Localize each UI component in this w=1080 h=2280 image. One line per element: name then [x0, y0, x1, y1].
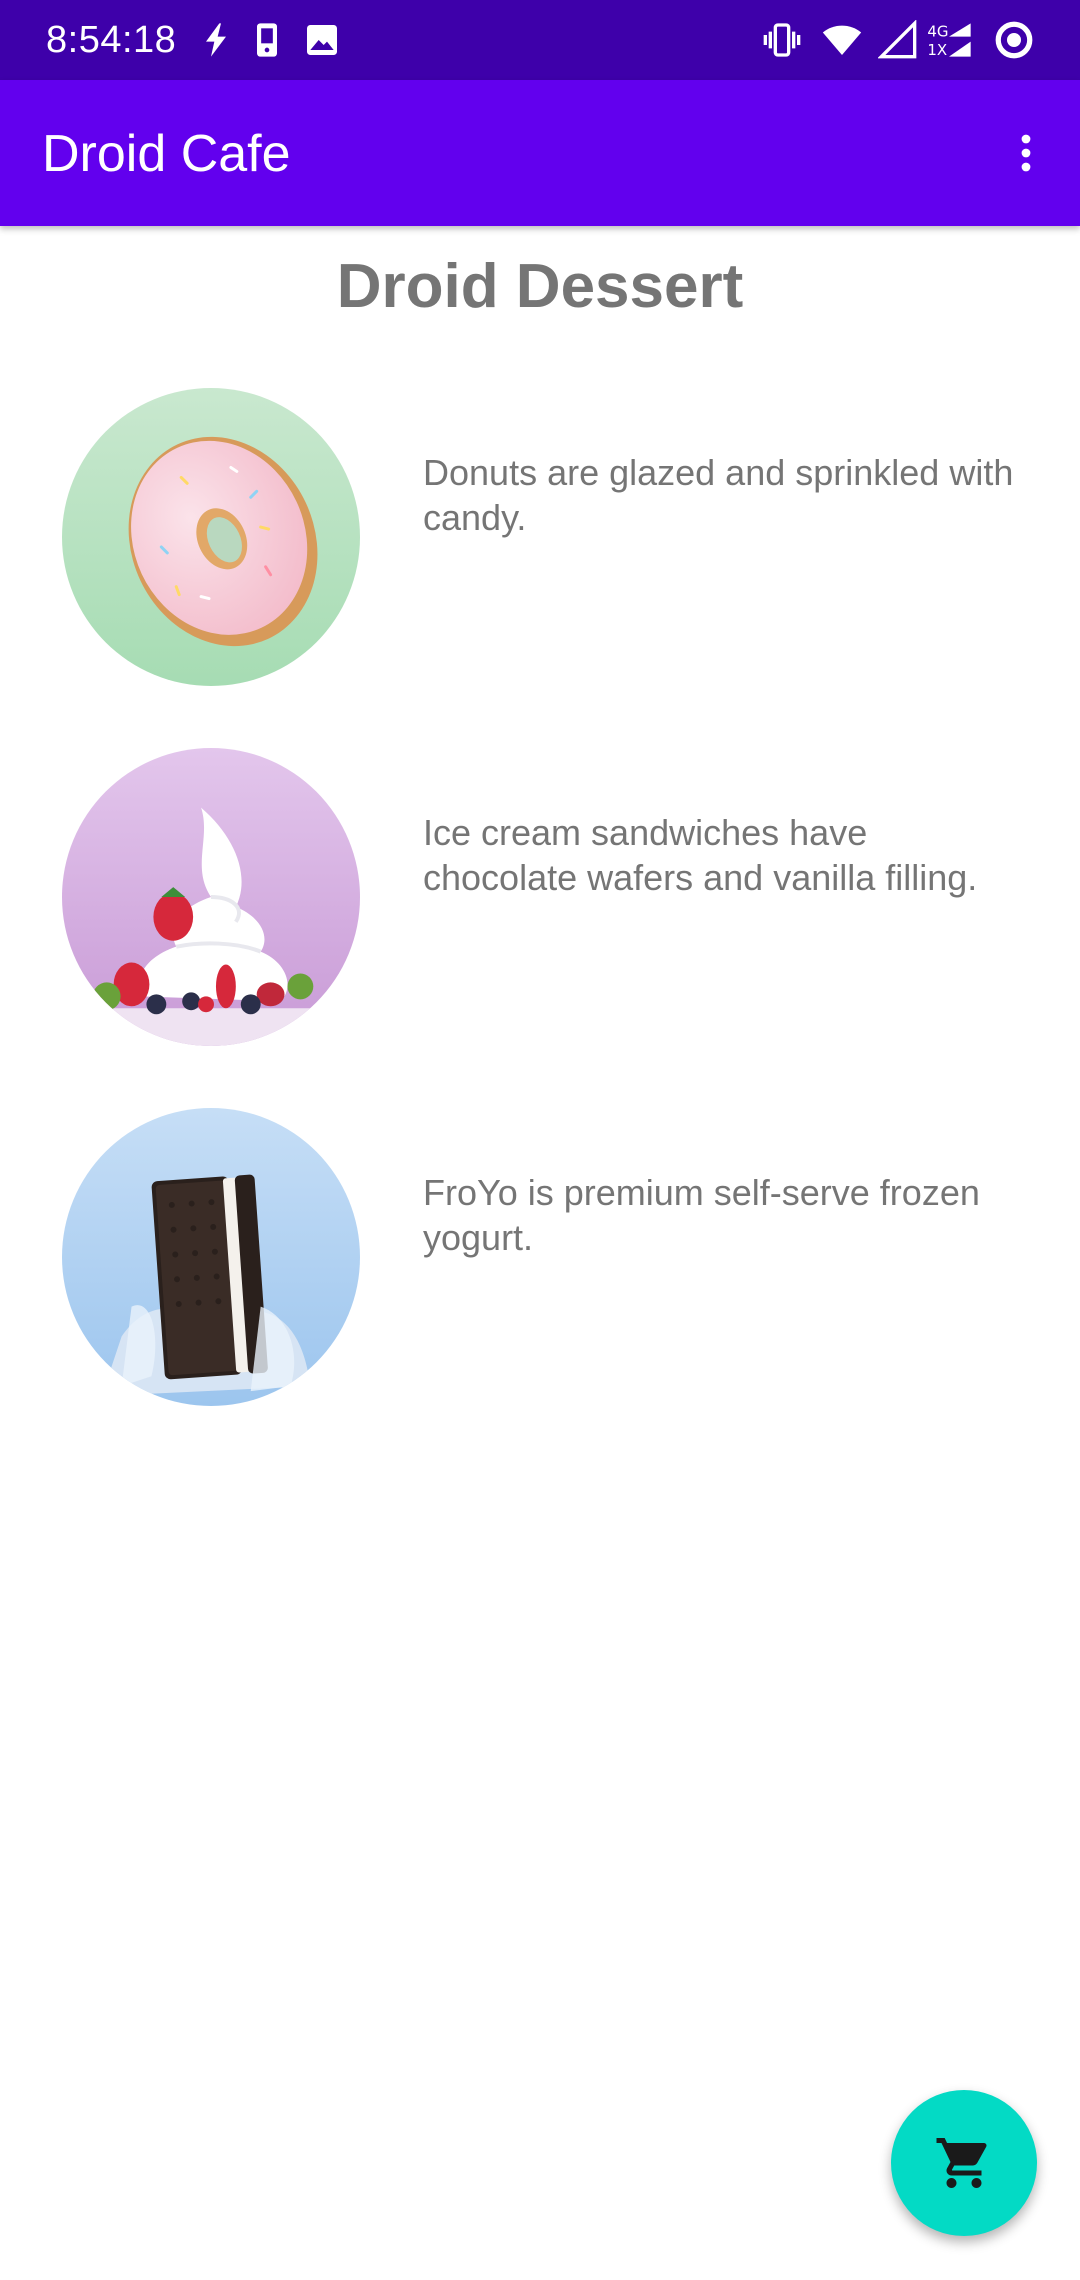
signal-icon — [878, 20, 918, 60]
dessert-item-donut: Donuts are glazed and sprinkled with can… — [0, 388, 1080, 688]
dessert-description: FroYo is premium self-serve frozen yogur… — [423, 1172, 980, 1258]
dessert-item-froyo: FroYo is premium self-serve frozen yogur… — [0, 1108, 1080, 1408]
ice-cream-sandwich-image[interactable] — [62, 748, 360, 1046]
dessert-description: Ice cream sandwiches have chocolate wafe… — [423, 812, 978, 898]
dessert-item-ice-cream-sandwich: Ice cream sandwiches have chocolate wafe… — [0, 748, 1080, 1048]
vibrate-icon — [762, 20, 802, 60]
more-options-button[interactable] — [986, 113, 1066, 193]
page-heading: Droid Dessert — [336, 252, 744, 321]
dessert-description: Donuts are glazed and sprinkled with can… — [423, 452, 1014, 538]
network-label-bottom: 1X — [927, 41, 947, 59]
mobile-data-4g-1x-icon: 4G 1X — [920, 20, 978, 60]
network-label-top: 4G — [927, 23, 948, 41]
status-time: 8:54:18 — [46, 19, 177, 61]
shopping-cart-icon — [934, 2133, 994, 2193]
status-bar: 8:54:18 4G 1X — [0, 0, 1080, 80]
froyo-image[interactable] — [62, 1108, 360, 1406]
screen: 8:54:18 4G 1X Droid Cafe Droid Dessert D… — [0, 0, 1080, 2280]
app-title: Droid Cafe — [42, 125, 291, 183]
more-vert-icon — [1002, 129, 1050, 177]
shopping-cart-button[interactable] — [891, 2090, 1037, 2236]
phone-notification-icon — [247, 20, 287, 60]
app-bar: Droid Cafe — [0, 80, 1080, 226]
sync-icon — [993, 19, 1035, 61]
wifi-icon — [818, 20, 866, 60]
flash-icon — [196, 20, 236, 60]
image-icon — [302, 20, 342, 60]
donut-image[interactable] — [62, 388, 360, 686]
